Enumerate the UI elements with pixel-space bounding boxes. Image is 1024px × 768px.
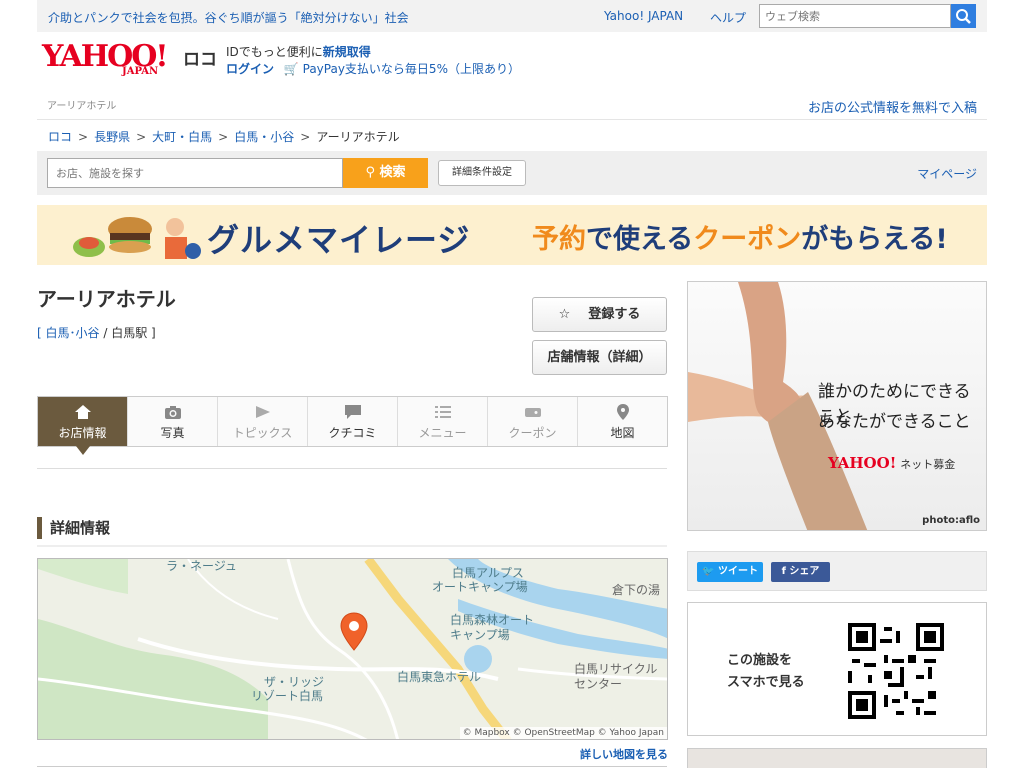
facility-name: アーリアホテル	[37, 287, 176, 311]
page-label: アーリアホテル	[47, 101, 117, 112]
banner-title: グルメマイレージ	[207, 221, 471, 259]
search-button[interactable]: ⚲ 検索	[343, 158, 428, 188]
twitter-icon: 🐦	[702, 566, 718, 577]
paypay-link[interactable]: PayPay支払いなら毎日5%（上限あり）	[303, 62, 520, 76]
search-bar: ⚲ 検索 詳細条件設定 マイページ	[37, 151, 987, 195]
tab-topics[interactable]: トピックス	[218, 397, 308, 446]
help-link[interactable]: ヘルプ	[710, 9, 746, 26]
id-promo: IDでもっと便利に新規取得	[226, 45, 371, 59]
advanced-search-button[interactable]: 詳細条件設定	[438, 160, 526, 186]
tweet-button[interactable]: 🐦 ツイート	[697, 562, 763, 582]
search-icon: ⚲	[365, 165, 380, 180]
comment-icon	[308, 403, 397, 421]
food-illustration	[73, 217, 201, 259]
tab-photos[interactable]: 写真	[128, 397, 218, 446]
facility-tabs: お店情報 写真 トピックス クチコミ メニュー クーポン 地図	[37, 396, 668, 455]
yahoo-japan-link[interactable]: Yahoo! JAPAN	[604, 9, 683, 23]
divider	[37, 468, 667, 469]
ad-line-2: あなたができること	[818, 412, 971, 432]
top-bar: 介助とパンクで社会を包摂。谷ぐち順が謳う「絶対分けない」社会 Yahoo! JA…	[37, 0, 987, 32]
facebook-share-button[interactable]: f シェア	[771, 562, 830, 582]
donation-ad[interactable]: 誰かのためにできること あなたができること YAHOO! ネット募金 photo:…	[687, 281, 987, 531]
web-search-button[interactable]	[951, 4, 976, 28]
promo-link[interactable]: 介助とパンクで社会を包摂。谷ぐち順が謳う「絶対分けない」社会	[48, 9, 409, 26]
banner-subtitle: 予約で使えるクーポンがもらえる!	[532, 224, 948, 255]
map-label: 倉下の湯	[612, 583, 661, 597]
search-icon	[956, 9, 971, 24]
share-bar: 🐦 ツイート f シェア	[687, 551, 987, 591]
map-label: キャンプ場	[450, 628, 510, 642]
service-name[interactable]: ロコ	[183, 45, 217, 70]
map-label: ラ・ネージュ	[166, 559, 237, 573]
camera-icon	[128, 403, 217, 421]
map-label: リゾート白馬	[251, 689, 324, 703]
cart-icon: 🛒	[283, 62, 299, 76]
login-line: ログイン 🛒 PayPay支払いなら毎日5%（上限あり）	[226, 60, 520, 77]
tab-reviews[interactable]: クチコミ	[308, 397, 398, 446]
photo-credit: photo:aflo	[922, 515, 980, 526]
qr-text-2: スマホで見る	[727, 675, 805, 690]
home-icon	[38, 403, 127, 421]
yahoo-donation-logo: YAHOO! ネット募金	[828, 454, 956, 472]
breadcrumb-item[interactable]: 大町・白馬	[152, 130, 212, 144]
qr-code-icon	[848, 623, 944, 719]
tab-map[interactable]: 地図	[578, 397, 667, 446]
map-label: 白馬東急ホテル	[397, 670, 482, 684]
qr-code-box: この施設を スマホで見る	[687, 602, 987, 736]
signup-link[interactable]: 新規取得	[323, 45, 371, 59]
mypage-link[interactable]: マイページ	[917, 165, 977, 182]
breadcrumb-item[interactable]: ロコ	[48, 130, 72, 144]
divider	[37, 766, 667, 767]
map-copyright: © Mapbox © OpenStreetMap © Yahoo Japan	[459, 727, 667, 739]
tab-info[interactable]: お店情報	[38, 397, 128, 455]
store-detail-button[interactable]: 店舗情報（詳細）	[532, 340, 667, 375]
video-icon	[218, 403, 307, 421]
map-label: オートキャンプ場	[432, 580, 528, 594]
place-search-input[interactable]	[47, 158, 343, 188]
secondary-ad[interactable]	[687, 748, 987, 768]
map-pin-icon	[578, 403, 667, 421]
tab-coupon[interactable]: クーポン	[488, 397, 578, 446]
breadcrumb-item[interactable]: 白馬・小谷	[234, 130, 294, 144]
breadcrumb: ロコ > 長野県 > 大町・白馬 > 白馬・小谷 > アーリアホテル	[48, 130, 400, 144]
tab-menu[interactable]: メニュー	[398, 397, 488, 446]
star-icon: ☆	[558, 307, 571, 322]
coupon-icon	[488, 403, 577, 421]
divider	[37, 545, 667, 547]
list-icon	[398, 403, 487, 421]
breadcrumb-current: アーリアホテル	[316, 130, 400, 144]
station-name: 白馬駅	[111, 326, 148, 340]
divider	[37, 119, 987, 120]
web-search-input[interactable]	[759, 4, 951, 28]
breadcrumb-item[interactable]: 長野県	[94, 130, 130, 144]
listing-link[interactable]: お店の公式情報を無料で入稿	[808, 97, 977, 116]
area-link[interactable]: 白馬･小谷	[46, 326, 100, 340]
map-label: センター	[574, 677, 623, 691]
facility-area: [ 白馬･小谷 / 白馬駅 ]	[37, 326, 156, 340]
section-title: 詳細情報	[37, 517, 110, 539]
qr-text-1: この施設を	[727, 653, 793, 668]
register-button[interactable]: ☆ 登録する	[532, 297, 667, 332]
login-link[interactable]: ログイン	[226, 62, 274, 76]
location-pin-icon	[340, 612, 368, 651]
yahoo-logo[interactable]: YAHOO! JAPAN	[42, 42, 182, 80]
detailed-map-link[interactable]: 詳しい地図を見る	[580, 746, 668, 762]
map-view[interactable]: ラ・ネージュ 白馬アルプス オートキャンプ場 倉下の湯 白馬森林オート キャンプ…	[37, 558, 668, 740]
gourmet-mileage-banner[interactable]: グルメマイレージ 予約で使えるクーポンがもらえる!	[37, 205, 987, 265]
